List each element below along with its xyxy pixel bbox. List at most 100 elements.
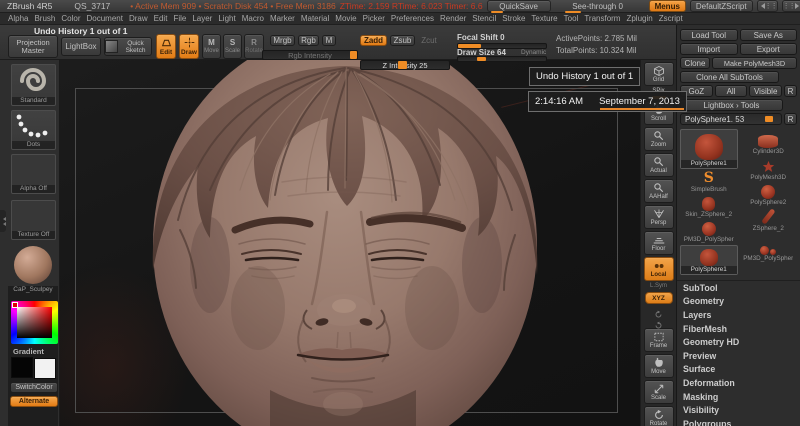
menu-render[interactable]: Render bbox=[437, 14, 469, 23]
projection-master-button[interactable]: Projection Master bbox=[8, 35, 58, 58]
section-masking[interactable]: Masking bbox=[677, 390, 800, 404]
menu-draw[interactable]: Draw bbox=[126, 14, 151, 23]
menu-zscript[interactable]: Zscript bbox=[656, 14, 686, 23]
menu-color[interactable]: Color bbox=[58, 14, 83, 23]
section-layers[interactable]: Layers bbox=[677, 308, 800, 322]
lsym-button[interactable]: L.Sym bbox=[650, 283, 667, 290]
menu-texture[interactable]: Texture bbox=[528, 14, 560, 23]
menu-picker[interactable]: Picker bbox=[360, 14, 388, 23]
menu-movie[interactable]: Movie bbox=[332, 14, 359, 23]
menu-preferences[interactable]: Preferences bbox=[388, 14, 437, 23]
current-brush-thumbnail[interactable]: Standard bbox=[11, 64, 56, 106]
secondary-color-swatch[interactable] bbox=[34, 358, 56, 379]
color-picker-gradient[interactable] bbox=[17, 307, 52, 338]
scale-view-button[interactable]: Scale bbox=[643, 380, 674, 404]
z-intensity-slider[interactable]: Z Intensity 25 bbox=[360, 60, 450, 70]
gradient-label[interactable]: Gradient bbox=[13, 347, 44, 356]
tool-thumb-simplebrush[interactable]: S SimpleBrush bbox=[680, 170, 738, 194]
lightbox-button[interactable]: LightBox bbox=[61, 37, 101, 56]
section-geometry[interactable]: Geometry bbox=[677, 295, 800, 309]
clone-button[interactable]: Clone bbox=[680, 57, 710, 69]
tool-thumb-polymesh3d[interactable]: PolyMesh3D bbox=[740, 157, 798, 182]
section-deformation[interactable]: Deformation bbox=[677, 376, 800, 390]
tool-thumb-polysphere1-active[interactable]: PolySphere1 bbox=[680, 245, 738, 275]
tool-thumb-polysphere1-selected[interactable]: PolySphere1 bbox=[680, 129, 738, 169]
menu-stencil[interactable]: Stencil bbox=[469, 14, 499, 23]
xyz-button[interactable]: XYZ bbox=[644, 292, 673, 304]
tool-thumb-skin-zsphere[interactable]: Skin_ZSphere_2 bbox=[680, 195, 738, 219]
rgb-intensity-slider[interactable]: Rgb Intensity bbox=[262, 50, 358, 60]
tool-thumb-polysphere2[interactable]: PolySphere2 bbox=[740, 183, 798, 207]
default-zscript-button[interactable]: DefaultZScript bbox=[689, 0, 753, 12]
current-material-thumbnail[interactable] bbox=[14, 246, 52, 284]
clone-all-subtools-button[interactable]: Clone All SubTools bbox=[680, 71, 779, 83]
menu-document[interactable]: Document bbox=[84, 14, 126, 23]
mrgb-button[interactable]: Mrgb bbox=[270, 35, 295, 46]
tool-thumb-cylinder3d[interactable]: Cylinder3D bbox=[740, 129, 798, 156]
dynamic-label[interactable]: Dynamic bbox=[521, 49, 546, 56]
play-forward-icon[interactable]: ⋮⋮ bbox=[781, 0, 800, 12]
rotate-ccw-toggle-icon[interactable] bbox=[654, 306, 663, 318]
alternate-button[interactable]: Alternate bbox=[10, 396, 58, 407]
color-picker[interactable] bbox=[11, 301, 58, 344]
lightbox-tools-button[interactable]: Lightbox › Tools bbox=[680, 99, 783, 111]
menus-toggle-button[interactable]: Menus bbox=[648, 0, 686, 12]
rgb-button[interactable]: Rgb bbox=[298, 35, 319, 46]
draw-mode-button[interactable]: Draw bbox=[179, 34, 199, 59]
edit-mode-button[interactable]: Edit bbox=[156, 34, 176, 59]
make-polymesh3d-button[interactable]: Make PolyMesh3D bbox=[712, 57, 797, 69]
load-tool-button[interactable]: Load Tool bbox=[680, 29, 738, 41]
main-color-swatch[interactable] bbox=[11, 357, 33, 378]
zcut-button[interactable]: Zcut bbox=[418, 35, 440, 46]
menu-zplugin[interactable]: Zplugin bbox=[623, 14, 655, 23]
menu-tool[interactable]: Tool bbox=[561, 14, 582, 23]
menu-marker[interactable]: Marker bbox=[267, 14, 298, 23]
draw-size-slider[interactable] bbox=[457, 56, 547, 62]
quick-sketch-button[interactable]: Quick Sketch bbox=[104, 37, 152, 56]
menu-stroke[interactable]: Stroke bbox=[499, 14, 528, 23]
menu-macro[interactable]: Macro bbox=[239, 14, 267, 23]
section-surface[interactable]: Surface bbox=[677, 363, 800, 377]
menu-brush[interactable]: Brush bbox=[31, 14, 58, 23]
section-preview[interactable]: Preview bbox=[677, 349, 800, 363]
current-stroke-thumbnail[interactable]: Dots bbox=[11, 110, 56, 150]
current-tool-slot[interactable]: PolySphere1. 53 bbox=[680, 113, 782, 125]
actual-size-button[interactable]: Actual bbox=[643, 153, 674, 177]
visible-button[interactable]: Visible bbox=[749, 85, 783, 97]
frame-button[interactable]: Frame bbox=[643, 328, 674, 352]
zsub-button[interactable]: Zsub bbox=[390, 35, 415, 46]
grid-button[interactable]: Grid bbox=[643, 62, 674, 86]
menu-material[interactable]: Material bbox=[298, 14, 332, 23]
export-button[interactable]: Export bbox=[739, 43, 797, 55]
play-back-icon[interactable]: ⋮⋮ bbox=[756, 0, 778, 12]
goz-r-button[interactable]: R bbox=[784, 85, 798, 97]
quicksave-button[interactable]: QuickSave bbox=[486, 0, 551, 13]
current-texture-thumbnail[interactable]: Texture Off bbox=[11, 200, 56, 240]
move-view-button[interactable]: Move bbox=[643, 354, 674, 378]
save-as-button[interactable]: Save As bbox=[739, 29, 797, 41]
see-through-slider[interactable]: See-through 0 bbox=[561, 0, 635, 13]
switch-color-button[interactable]: SwitchColor bbox=[10, 382, 58, 393]
menu-layer[interactable]: Layer bbox=[189, 14, 215, 23]
local-button[interactable]: Local bbox=[643, 257, 674, 281]
section-polygroups[interactable]: Polygroups bbox=[677, 417, 800, 426]
section-visibility[interactable]: Visibility bbox=[677, 403, 800, 417]
aahalf-button[interactable]: AAHalf bbox=[643, 179, 674, 203]
section-fibermesh[interactable]: FiberMesh bbox=[677, 322, 800, 336]
move-mode-button[interactable]: M Move bbox=[202, 34, 221, 59]
menu-alpha[interactable]: Alpha bbox=[5, 14, 31, 23]
sculpted-head-model[interactable] bbox=[60, 60, 640, 426]
tool-r-button[interactable]: R bbox=[784, 113, 797, 125]
tool-thumb-pm3d-polysphere-a[interactable]: PM3D_PolySpher bbox=[680, 220, 738, 244]
section-geometry-hd[interactable]: Geometry HD bbox=[677, 335, 800, 349]
floor-button[interactable]: Floor bbox=[643, 231, 674, 255]
tool-thumb-zsphere2[interactable]: ZSphere_2 bbox=[740, 208, 798, 232]
tool-thumb-pm3d-polysphere-b[interactable]: PM3D_PolySpher bbox=[740, 233, 798, 263]
rotate-cw-toggle-icon[interactable] bbox=[654, 317, 663, 329]
menu-transform[interactable]: Transform bbox=[581, 14, 623, 23]
rotate-mode-button[interactable]: R Rotate bbox=[244, 34, 264, 59]
shelf-collapse-handle[interactable] bbox=[0, 210, 6, 232]
menu-light[interactable]: Light bbox=[215, 14, 238, 23]
perspective-button[interactable]: Persp bbox=[643, 205, 674, 229]
current-alpha-thumbnail[interactable]: Alpha Off bbox=[11, 154, 56, 194]
